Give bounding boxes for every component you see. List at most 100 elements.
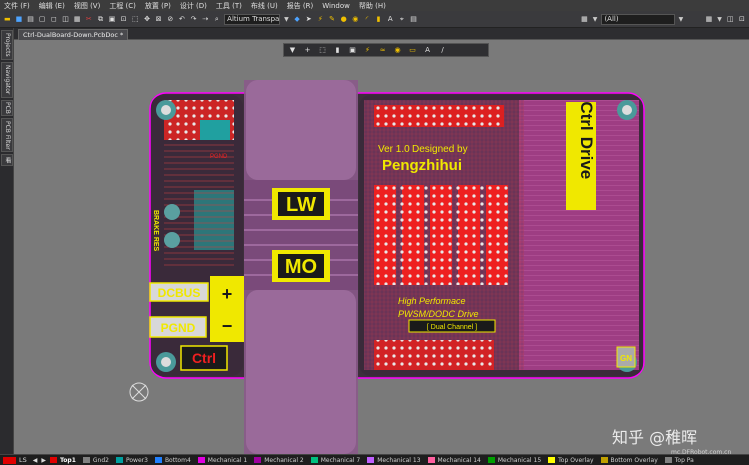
grid-icon[interactable]: ▦ [73, 15, 82, 24]
deselect-icon[interactable]: ⊠ [154, 15, 163, 24]
scroll-left-icon[interactable]: ◀ [33, 457, 38, 464]
chevron-down-icon[interactable]: ▼ [678, 15, 685, 24]
middle-bottom-cutout [246, 290, 356, 454]
layer-tab[interactable]: Mechanical 13 [367, 456, 421, 464]
tab-extra[interactable]: 看 [1, 154, 13, 166]
fill-icon[interactable]: ▮ [374, 15, 383, 24]
paste-icon[interactable]: ▣ [108, 15, 117, 24]
rubber-stamp-icon[interactable]: ⊡ [119, 15, 128, 24]
menu-tools[interactable]: 工具 (T) [216, 1, 242, 11]
cross-probe-icon[interactable]: ⇢ [201, 15, 210, 24]
polygon-icon[interactable]: ▭ [408, 46, 417, 55]
tab-pcb[interactable]: PCB [1, 100, 13, 116]
silk-mo: MO [285, 256, 317, 278]
redo-icon[interactable]: ↷ [189, 15, 198, 24]
layer-tab[interactable]: Mechanical 14 [427, 457, 481, 464]
chevron-down-icon[interactable]: ▼ [592, 15, 599, 24]
layer-tab[interactable]: Bottom4 [154, 457, 191, 464]
save-icon[interactable]: ■ [15, 15, 24, 24]
view-config-combo[interactable]: Altium Transparent [224, 13, 281, 25]
menu-design[interactable]: 设计 (D) [180, 1, 207, 11]
silk-author: Pengzhihui [382, 157, 462, 174]
array-icon[interactable]: ▤ [409, 15, 418, 24]
tab-pcb-filter[interactable]: PCB Filter [1, 118, 13, 152]
component-icon[interactable]: ▣ [348, 46, 357, 55]
tool-arrow-icon[interactable]: ➤ [304, 15, 313, 24]
menu-window[interactable]: Window [322, 2, 350, 10]
clear-filter-icon[interactable]: ⊘ [166, 15, 175, 24]
filter-icon[interactable]: ▼ [288, 46, 297, 55]
menu-file[interactable]: 文件 (F) [4, 1, 30, 11]
layer-tab[interactable]: Mechanical 7 [310, 457, 360, 464]
mask-icon[interactable]: ▦ [705, 15, 714, 24]
layer-tab[interactable]: Top Overlay [548, 457, 594, 464]
zoom-area-icon[interactable]: ◻ [50, 15, 59, 24]
line-icon[interactable]: / [438, 46, 447, 55]
select-area-icon[interactable]: ⬚ [131, 15, 140, 24]
diff-pair-icon[interactable]: ≈ [378, 46, 387, 55]
crosshair-icon[interactable]: + [303, 46, 312, 55]
silk-ctrl-bottom: Ctrl [192, 350, 216, 366]
pad-row-vias [374, 105, 504, 127]
menu-edit[interactable]: 编辑 (E) [39, 1, 65, 11]
highlight-icon[interactable]: ◫ [726, 15, 735, 24]
menu-project[interactable]: 工程 (C) [109, 1, 136, 11]
connector-hole [164, 204, 180, 220]
cut-icon[interactable]: ✂ [84, 15, 93, 24]
select-box-icon[interactable]: ⬚ [318, 46, 327, 55]
pad-icon[interactable]: ● [339, 15, 348, 24]
zoom-fit-icon[interactable]: ▢ [38, 15, 47, 24]
layer-tab[interactable]: Power3 [115, 457, 148, 464]
align-icon[interactable]: ▮ [333, 46, 342, 55]
menu-bar: 文件 (F) 编辑 (E) 视图 (V) 工程 (C) 放置 (P) 设计 (D… [0, 0, 749, 11]
print-icon[interactable]: ▤ [26, 15, 35, 24]
text-icon[interactable]: A [386, 15, 395, 24]
pcb-canvas[interactable]: LW MO Ver 1.0 Designed by Pengzhihui Ctr… [14, 40, 749, 454]
chevron-down-icon[interactable]: ▼ [283, 15, 290, 24]
menu-view[interactable]: 视图 (V) [74, 1, 100, 11]
text-icon[interactable]: A [423, 46, 432, 55]
layer-tab[interactable]: Mechanical 1 [197, 457, 247, 464]
tab-projects[interactable]: Projects [1, 30, 13, 60]
arc-icon[interactable]: ◜ [363, 15, 372, 24]
layer-name: Top1 [60, 456, 76, 464]
layer-color-swatch [600, 457, 608, 463]
move-icon[interactable]: ✥ [143, 15, 152, 24]
layer-name: Mechanical 13 [377, 456, 421, 464]
layer-color-swatch [367, 457, 375, 463]
chevron-down-icon[interactable]: ▼ [716, 15, 723, 24]
tab-pcb-document[interactable]: Ctrl-DualBoard-Down.PcbDoc * [18, 29, 129, 40]
menu-help[interactable]: 帮助 (H) [359, 1, 386, 11]
filter-combo[interactable]: (All) [601, 13, 675, 25]
clear-icon[interactable]: ⊡ [738, 15, 747, 24]
via-icon[interactable]: ◉ [393, 46, 402, 55]
layer-tab[interactable]: Mechanical 2 [254, 457, 304, 464]
menu-place[interactable]: 放置 (P) [145, 1, 171, 11]
silk-pgnd-small: PGND [210, 154, 228, 160]
layer-set-button[interactable]: LS [19, 456, 27, 464]
route-icon[interactable]: ⚡ [316, 15, 325, 24]
pad-row-vias [374, 340, 494, 370]
inspect-icon[interactable]: ⌕ [213, 15, 222, 24]
layer-tab[interactable]: Top Pa [664, 457, 694, 464]
coordinate-icon[interactable]: ⌖ [398, 15, 407, 24]
layer-tab[interactable]: Mechanical 15 [487, 457, 541, 464]
undo-icon[interactable]: ↶ [178, 15, 187, 24]
interactive-route-icon[interactable]: ✎ [328, 15, 337, 24]
filter-icon[interactable]: ▦ [580, 15, 589, 24]
open-folder-icon[interactable]: ▬ [3, 15, 12, 24]
current-layer-swatch[interactable] [3, 456, 16, 464]
menu-route[interactable]: 布线 (U) [251, 1, 278, 11]
layer-tab[interactable]: Gnd2 [82, 457, 109, 464]
zoom-selected-icon[interactable]: ◫ [61, 15, 70, 24]
tab-navigator[interactable]: Navigator [1, 62, 13, 98]
route-icon[interactable]: ⚡ [363, 46, 372, 55]
menu-reports[interactable]: 报告 (R) [287, 1, 314, 11]
net-color-icon[interactable]: ◆ [293, 15, 302, 24]
layer-color-swatch [115, 457, 123, 463]
scroll-right-icon[interactable]: ▶ [41, 457, 46, 464]
copy-icon[interactable]: ⧉ [96, 15, 105, 24]
via-icon[interactable]: ◉ [351, 15, 360, 24]
layer-tab[interactable]: Bottom Overlay [600, 457, 658, 464]
layer-tab[interactable]: Top1 [50, 457, 76, 464]
